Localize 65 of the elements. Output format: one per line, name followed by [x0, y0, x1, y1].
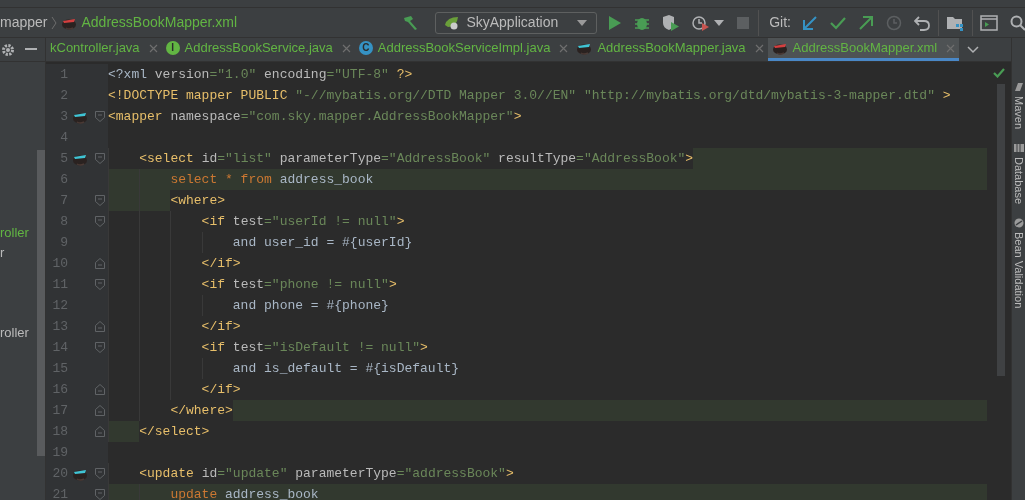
- scrollbar[interactable]: [37, 150, 45, 456]
- code-line: </if>: [200, 381, 241, 399]
- close-icon[interactable]: [754, 43, 764, 53]
- code-line: and is_default = #{isDefault}: [231, 360, 460, 378]
- fold-marker-icon[interactable]: [95, 342, 105, 353]
- editor-tab[interactable]: I AddressBookService.java: [161, 38, 355, 61]
- mybatis-bird-icon: [771, 41, 788, 55]
- editor-tab[interactable]: AddressBookMapper.java: [572, 38, 768, 61]
- tree-item[interactable]: roller: [0, 223, 29, 243]
- code-line: <if test="isDefault != null">: [200, 339, 428, 357]
- check-icon: [993, 68, 1005, 78]
- git-label: Git:: [768, 13, 792, 32]
- code-line: <select id="list" parameterType="AddressBook" resultType="AddressBook">: [138, 150, 694, 168]
- code-line: <where>: [169, 192, 226, 210]
- close-icon[interactable]: [148, 43, 158, 53]
- fold-marker-icon[interactable]: [95, 216, 105, 227]
- tree-item[interactable]: roller: [0, 323, 29, 343]
- fold-marker-icon[interactable]: [95, 426, 105, 437]
- tool-window-button[interactable]: Bean Validation: [1012, 218, 1025, 309]
- code-line: </where>: [169, 402, 233, 420]
- fold-marker-icon[interactable]: [95, 384, 105, 395]
- editor-tab[interactable]: kController.java: [46, 38, 162, 61]
- settings-icon[interactable]: [1, 42, 15, 57]
- code-line: <mapper namespace="com.sky.mapper.AddressBookMapper">: [108, 108, 522, 126]
- editor-tab[interactable]: AddressBookMapper.xml: [767, 38, 960, 61]
- breadcrumb-item[interactable]: mapper: [0, 12, 48, 33]
- code-line: <?xml version="1.0" encoding="UTF-8" ?>: [108, 66, 413, 84]
- code-line: <if test="phone != null">: [200, 276, 397, 294]
- chevron-right-icon: [51, 15, 58, 30]
- tool-window-button[interactable]: Database: [1012, 143, 1025, 205]
- class-badge-icon: C: [358, 41, 373, 55]
- close-icon[interactable]: [559, 43, 569, 53]
- code-line: </if>: [200, 318, 241, 336]
- code-line: and user_id = #{userId}: [231, 234, 413, 252]
- run-configuration-dropdown[interactable]: SkyApplication: [435, 11, 598, 34]
- editor-tab[interactable]: C AddressBookServiceImpl.java: [354, 38, 573, 61]
- interface-badge-icon: I: [165, 41, 180, 55]
- mybatis-bird-icon: [576, 41, 593, 55]
- code-line: update address_book: [169, 486, 319, 500]
- minimize-icon[interactable]: [25, 48, 37, 51]
- fold-marker-icon[interactable]: [95, 195, 105, 206]
- code-line: <!DOCTYPE mapper PUBLIC "-//mybatis.org//DTD Mapper 3.0//EN" "http://mybatis.org/dtd/mybatis-3-mapper.dtd" >: [108, 87, 951, 105]
- close-icon[interactable]: [946, 43, 956, 53]
- fold-marker-icon[interactable]: [95, 153, 105, 164]
- code-line: and phone = #{phone}: [231, 297, 389, 315]
- scrollbar[interactable]: [997, 84, 1005, 376]
- caret-icon: [576, 18, 589, 27]
- fold-marker-icon[interactable]: [95, 489, 105, 500]
- leaf-icon: [444, 15, 461, 30]
- code-line: </select>: [138, 423, 210, 441]
- fold-marker-icon[interactable]: [95, 258, 105, 269]
- fold-marker-icon[interactable]: [95, 279, 105, 290]
- fold-marker-icon[interactable]: [95, 321, 105, 332]
- code-line: select * from address_book: [169, 171, 374, 189]
- tree-item[interactable]: r: [0, 243, 5, 263]
- tool-window-button[interactable]: Maven: [1012, 82, 1025, 130]
- fold-marker-icon[interactable]: [95, 405, 105, 416]
- close-icon[interactable]: [341, 43, 351, 53]
- fold-marker-icon[interactable]: [95, 111, 105, 122]
- breadcrumb-item[interactable]: AddressBookMapper.xml: [81, 12, 238, 33]
- maven-icon: [1013, 82, 1024, 92]
- code-line: <if test="userId != null">: [200, 213, 405, 231]
- code-line: </if>: [200, 255, 241, 273]
- fold-marker-icon[interactable]: [95, 468, 105, 479]
- code-line: <update id="update" parameterType="addressBook">: [138, 465, 514, 483]
